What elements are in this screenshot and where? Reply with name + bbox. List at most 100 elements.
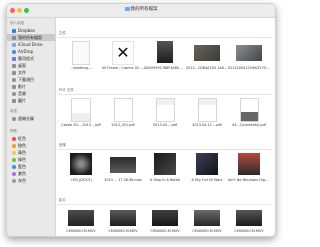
sidebar-item-label: 音樂 <box>18 91 26 96</box>
section-label-pdf: PDF 文件 <box>59 88 74 92</box>
tag-dot-icon <box>12 150 16 155</box>
file-browser: 文件 ...sheeting.... ✕ 00 Frame - Cosmic O… <box>56 18 275 236</box>
pdf-thumbnail <box>198 98 217 122</box>
section-divider <box>58 37 272 38</box>
section-divider <box>58 94 272 95</box>
image-thumbnail <box>236 45 262 61</box>
file-name: 2013_001.pdf <box>111 123 135 127</box>
airdrop-icon <box>12 49 16 54</box>
sidebar-tag-blue[interactable]: 藍色 <box>7 163 55 170</box>
sidebar-item-music[interactable]: 音樂 <box>7 90 55 97</box>
sidebar-tag-gray[interactable]: 灰色 <box>7 177 55 184</box>
video-thumbnail <box>194 210 220 226</box>
sidebar-item-label: 下載項目 <box>18 77 34 82</box>
pdf-thumbnail <box>114 98 133 122</box>
remote-disc-icon <box>12 116 16 121</box>
file-name: ...sheeting.... <box>69 66 93 70</box>
title-bar: 我的所有檔案 <box>7 4 275 18</box>
file-name: 00 Frame - Cosmic Of...ine Edition).jpg <box>102 66 144 70</box>
file-name: +ED [DOCS] <box>70 178 92 182</box>
pdf-thumbnail <box>156 98 175 122</box>
finder-window: 我的所有檔案 個人收藏 Dropbox 我的所有檔案 iCloud Drive … <box>6 3 276 237</box>
pdf-thumbnail <box>71 98 91 122</box>
sidebar-tag-yellow[interactable]: 黃色 <box>7 149 55 156</box>
folder-icon <box>124 6 130 11</box>
sidebar-item-airdrop[interactable]: AirDrop <box>7 48 55 55</box>
sidebar-item-label: iCloud Drive <box>18 42 43 47</box>
sidebar-section-tags: 標籤 <box>10 129 17 133</box>
sidebar-item-label: 紫色 <box>18 171 26 176</box>
sidebar-item-label: 圖片 <box>18 98 26 103</box>
sidebar-tag-green[interactable]: 綠色 <box>7 156 55 163</box>
file-name: 04…1(contents).pdf <box>232 123 266 127</box>
window-title-text: 我的所有檔案 <box>130 7 158 12</box>
video-thumbnail <box>68 210 94 226</box>
section-label-music: 音樂 <box>59 143 66 147</box>
sidebar-item-movies[interactable]: 影片 <box>7 83 55 90</box>
section-divider <box>58 204 272 205</box>
sidebar-section-favorites: 個人收藏 <box>10 21 24 25</box>
window-title: 我的所有檔案 <box>7 6 275 12</box>
sidebar-item-label: 藍色 <box>18 164 26 169</box>
tag-dot-icon <box>12 164 16 169</box>
sidebar-item-remote-disc[interactable]: 遠端光碟 <box>7 115 55 122</box>
file-name: 2013 ... 17.36.56.mov <box>104 178 142 182</box>
sidebar-tag-purple[interactable]: 紫色 <box>7 170 55 177</box>
tag-dot-icon <box>12 136 16 141</box>
sidebar-item-label: 影片 <box>18 84 26 89</box>
cloud-icon <box>12 42 16 47</box>
sidebar-item-label: 文件 <box>18 70 26 75</box>
tag-dot-icon <box>12 178 16 183</box>
pictures-icon <box>12 98 16 103</box>
documents-icon <box>12 70 16 75</box>
sidebar-item-downloads[interactable]: 下載項目 <box>7 76 55 83</box>
sidebar-section-devices: 裝置 <box>10 109 17 113</box>
file-name: CM40000-M.MOV <box>150 229 180 233</box>
tag-dot-icon <box>12 157 16 162</box>
section-divider <box>58 149 272 150</box>
file-name: 2013-04-11 ...pdf <box>192 123 222 127</box>
sidebar: 個人收藏 Dropbox 我的所有檔案 iCloud Drive AirDrop… <box>7 18 56 236</box>
file-name: CM40000-M.MOV <box>192 229 222 233</box>
sidebar-item-label: AirDrop <box>18 49 34 54</box>
file-name: A Stop In A Bottle <box>150 178 180 182</box>
file-name: CM40000-M.MOV <box>234 229 264 233</box>
album-art-thumbnail <box>196 153 218 175</box>
sidebar-item-all-files[interactable]: 我的所有檔案 <box>7 34 55 41</box>
file-name: CM40000-M.MOV <box>108 229 138 233</box>
album-art-thumbnail <box>154 153 176 175</box>
file-name: CM40000-M.MOV <box>66 229 96 233</box>
movies-icon <box>12 84 16 89</box>
file-name: Cassie SO... 2013 ...pdf <box>61 123 101 127</box>
sidebar-item-label: 桌面 <box>18 63 26 68</box>
sidebar-item-icloud-drive[interactable]: iCloud Drive <box>7 41 55 48</box>
sidebar-item-label: 紅色 <box>18 136 26 141</box>
downloads-icon <box>12 77 16 82</box>
sidebar-tag-red[interactable]: 紅色 <box>7 135 55 142</box>
sidebar-item-documents[interactable]: 文件 <box>7 69 55 76</box>
tag-dot-icon <box>12 171 16 176</box>
image-thumbnail <box>194 45 220 61</box>
tag-dot-icon <box>12 143 16 148</box>
sidebar-item-applications[interactable]: 應用程式 <box>7 55 55 62</box>
sidebar-item-label: 黃色 <box>18 150 26 155</box>
sidebar-item-dropbox[interactable]: Dropbox <box>7 27 55 34</box>
document-icon <box>72 41 90 65</box>
pdf-thumbnail <box>240 98 259 122</box>
sidebar-tag-orange[interactable]: 橙色 <box>7 142 55 149</box>
file-name: DA009991788F4A80 D9E209...69B9A7.jpg <box>144 66 186 70</box>
x-mark-icon: ✕ <box>112 41 134 65</box>
applications-icon <box>12 56 16 61</box>
sidebar-item-label: Dropbox <box>18 28 35 33</box>
video-thumbnail <box>110 157 136 173</box>
sidebar-item-pictures[interactable]: 圖片 <box>7 97 55 104</box>
video-thumbnail <box>110 210 136 226</box>
all-files-icon <box>12 35 16 40</box>
sidebar-item-label: 橙色 <box>18 143 26 148</box>
file-name: A Sky Full Of Stars <box>191 178 223 182</box>
file-name: 0211200412549CD F5A91...0C3A35.jpg <box>228 66 270 70</box>
file-name: 2013...1DB4A7A3 1A8B7689...043E.jpg <box>186 66 228 70</box>
file-name: Ain't No Mountain High Enough <box>228 178 270 182</box>
file-name: 2013-05 ...pdf <box>153 123 177 127</box>
sidebar-item-desktop[interactable]: 桌面 <box>7 62 55 69</box>
